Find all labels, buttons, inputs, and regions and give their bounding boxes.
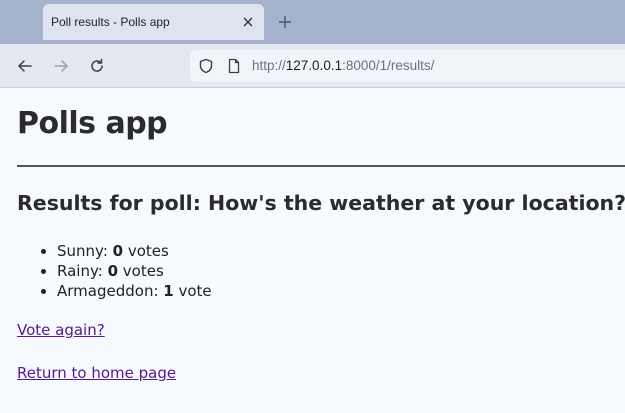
page-content: Polls app Results for poll: How's the we…	[0, 88, 625, 413]
choice-label: Sunny:	[57, 242, 113, 260]
result-item: Armageddon: 1 vote	[57, 281, 212, 301]
back-arrow-icon[interactable]	[15, 56, 35, 76]
vote-count: 1	[163, 282, 174, 300]
nav-toolbar: http://127.0.0.1:8000/1/results/	[0, 44, 625, 88]
tab-title: Poll results - Polls app	[51, 15, 170, 29]
shield-icon[interactable]	[198, 58, 214, 74]
browser-tab[interactable]: Poll results - Polls app	[43, 4, 264, 40]
tab-strip: Poll results - Polls app	[0, 0, 625, 44]
vote-again-link[interactable]: Vote again?	[17, 321, 105, 339]
forward-arrow-icon[interactable]	[51, 56, 71, 76]
url-path: :8000/1/results/	[342, 58, 435, 73]
poll-heading: Results for poll: How's the weather at y…	[17, 191, 625, 215]
vote-unit: vote	[173, 282, 212, 300]
plus-icon[interactable]	[276, 13, 294, 31]
choice-label: Rainy:	[57, 262, 108, 280]
close-icon[interactable]	[239, 13, 257, 31]
page-icon	[226, 58, 242, 74]
page-title: Polls app	[17, 106, 168, 141]
result-item: Sunny: 0 votes	[57, 241, 212, 261]
home-link[interactable]: Return to home page	[17, 364, 176, 382]
vote-unit: votes	[118, 262, 164, 280]
choice-label: Armageddon:	[57, 282, 164, 300]
url-scheme: http://	[252, 58, 286, 73]
url-host: 127.0.0.1	[285, 58, 343, 73]
results-list: Sunny: 0 votes Rainy: 0 votes Armageddon…	[17, 241, 212, 301]
vote-count: 0	[107, 262, 119, 280]
url-text: http://127.0.0.1:8000/1/results/	[252, 58, 434, 73]
address-bar[interactable]: http://127.0.0.1:8000/1/results/	[190, 50, 625, 82]
vote-count: 0	[112, 242, 124, 260]
divider	[17, 165, 625, 167]
reload-icon[interactable]	[87, 56, 107, 76]
result-item: Rainy: 0 votes	[57, 261, 212, 281]
vote-unit: votes	[123, 242, 169, 260]
